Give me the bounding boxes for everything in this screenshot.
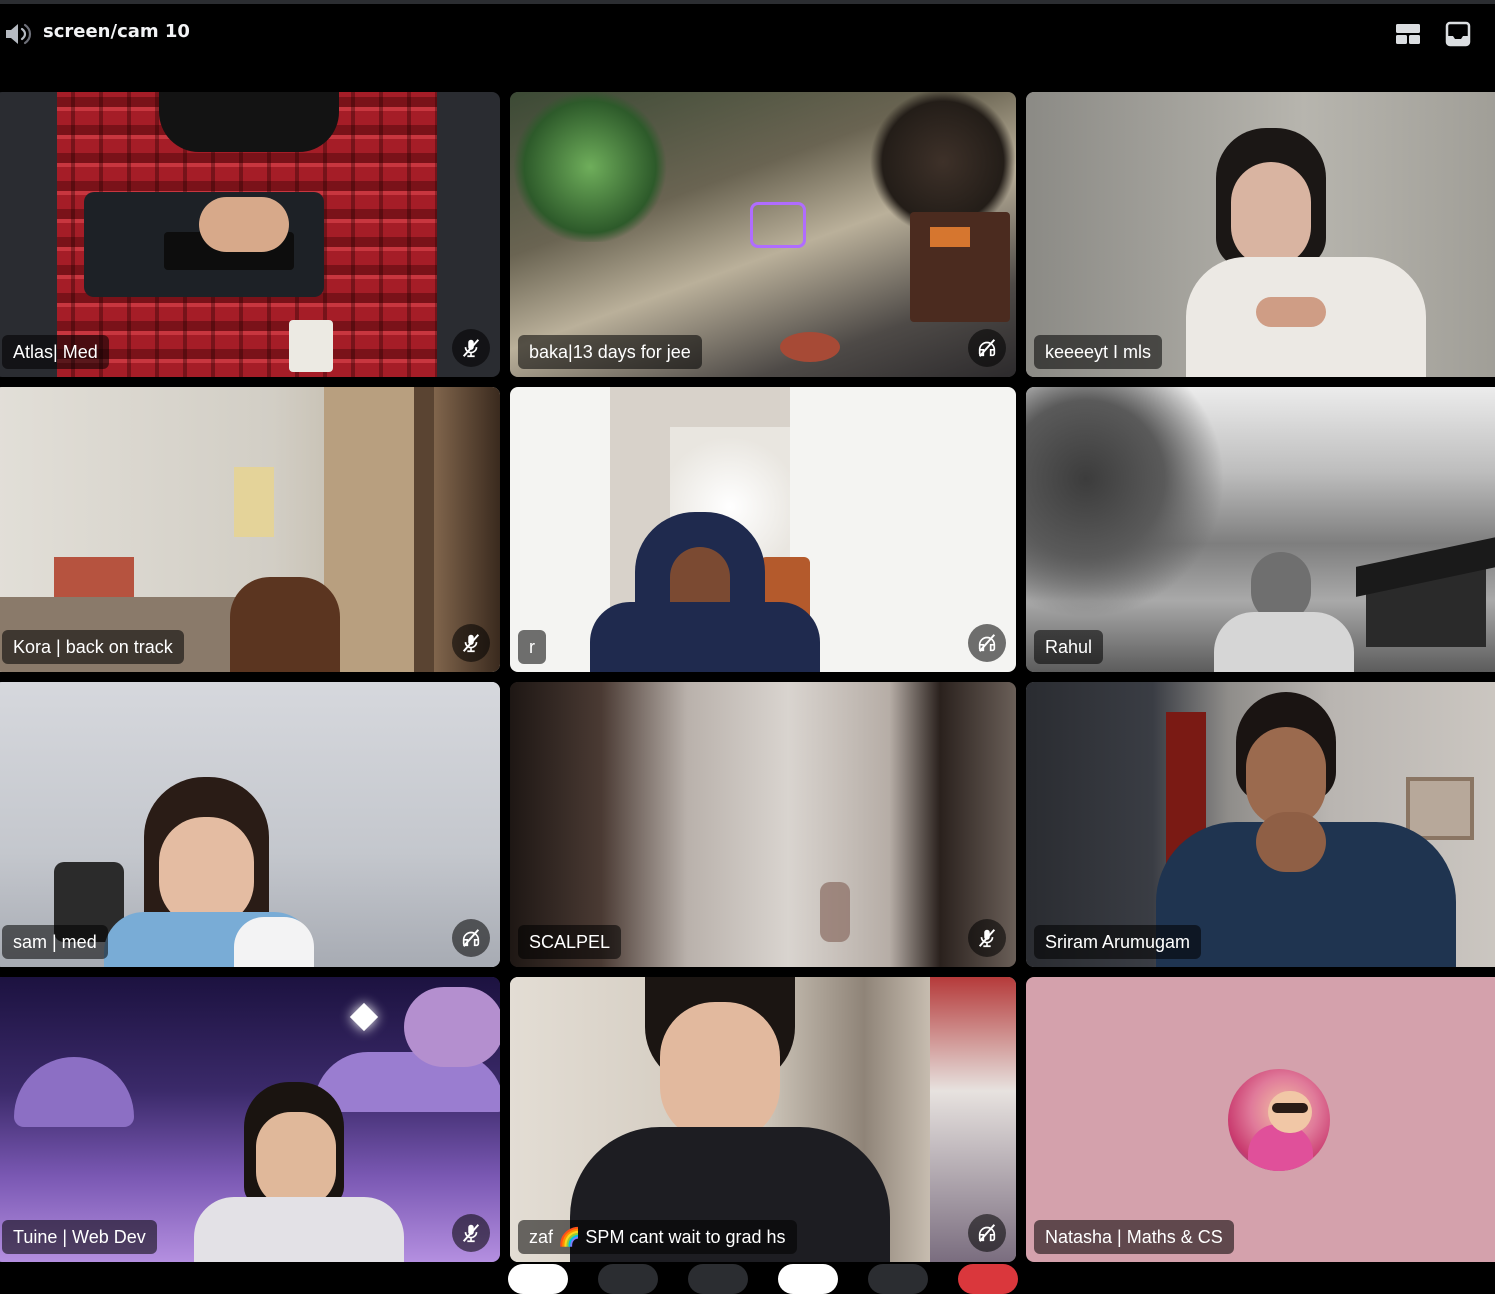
video-tile[interactable]: sam | med: [0, 682, 500, 967]
disconnect-button[interactable]: [958, 1264, 1018, 1294]
deafened-status: [968, 1214, 1006, 1252]
participant-name: zaf 🌈 SPM cant wait to grad hs: [518, 1220, 797, 1254]
mic-control-button[interactable]: [778, 1264, 838, 1294]
call-header: screen/cam 10: [0, 4, 1495, 64]
mic-off-icon: [462, 339, 480, 358]
muted-status: [452, 1214, 490, 1252]
popout-icon: [1445, 21, 1471, 47]
video-tile[interactable]: baka|13 days for jee: [510, 92, 1016, 377]
participant-name: keeeeyt I mls: [1034, 335, 1163, 369]
participant-name: Sriram Arumugam: [1034, 925, 1202, 959]
muted-status: [968, 919, 1006, 957]
video-tile[interactable]: Atlas| Med: [0, 92, 500, 377]
video-off-icon: [462, 929, 480, 947]
soundboard-control-button[interactable]: [868, 1264, 928, 1294]
mic-off-icon: [462, 634, 480, 653]
popout-button[interactable]: [1444, 20, 1472, 48]
video-tile[interactable]: keeeeyt I mls: [1026, 92, 1495, 377]
video-tile[interactable]: Sriram Arumugam: [1026, 682, 1495, 967]
avatar: [1228, 1069, 1330, 1171]
deafened-status: [452, 919, 490, 957]
muted-status: [452, 624, 490, 662]
muted-status: [452, 329, 490, 367]
camera-control-button[interactable]: [508, 1264, 568, 1294]
participant-name: baka|13 days for jee: [518, 335, 702, 369]
participant-name: Kora | back on track: [2, 630, 184, 664]
participant-name: sam | med: [2, 925, 108, 959]
grid-layout-button[interactable]: [1394, 20, 1422, 48]
participant-name: Natasha | Maths & CS: [1034, 1220, 1234, 1254]
video-tile[interactable]: r: [510, 387, 1016, 672]
video-off-icon: [978, 1224, 996, 1242]
mic-off-icon: [978, 929, 996, 948]
deafened-status: [968, 329, 1006, 367]
participant-name: Tuine | Web Dev: [2, 1220, 157, 1254]
participant-name: SCALPEL: [518, 925, 622, 959]
video-off-icon: [978, 634, 996, 652]
video-tile[interactable]: Rahul: [1026, 387, 1495, 672]
video-tile[interactable]: Tuine | Web Dev: [0, 977, 500, 1262]
video-tile[interactable]: zaf 🌈 SPM cant wait to grad hs: [510, 977, 1016, 1262]
deafened-status: [968, 624, 1006, 662]
participant-name: Atlas| Med: [2, 335, 109, 369]
activity-control-button[interactable]: [688, 1264, 748, 1294]
channel-title: screen/cam 10: [43, 21, 190, 42]
share-control-button[interactable]: [598, 1264, 658, 1294]
video-tile[interactable]: Kora | back on track: [0, 387, 500, 672]
video-feed: [510, 387, 1016, 672]
grid-layout-icon: [1396, 24, 1420, 44]
participant-name: r: [518, 630, 546, 664]
video-off-icon: [978, 339, 996, 357]
mic-off-icon: [462, 1224, 480, 1243]
participant-name: Rahul: [1034, 630, 1104, 664]
video-tile[interactable]: SCALPEL: [510, 682, 1016, 967]
video-tile[interactable]: Natasha | Maths & CS: [1026, 977, 1495, 1262]
speaker-icon: [6, 23, 32, 45]
